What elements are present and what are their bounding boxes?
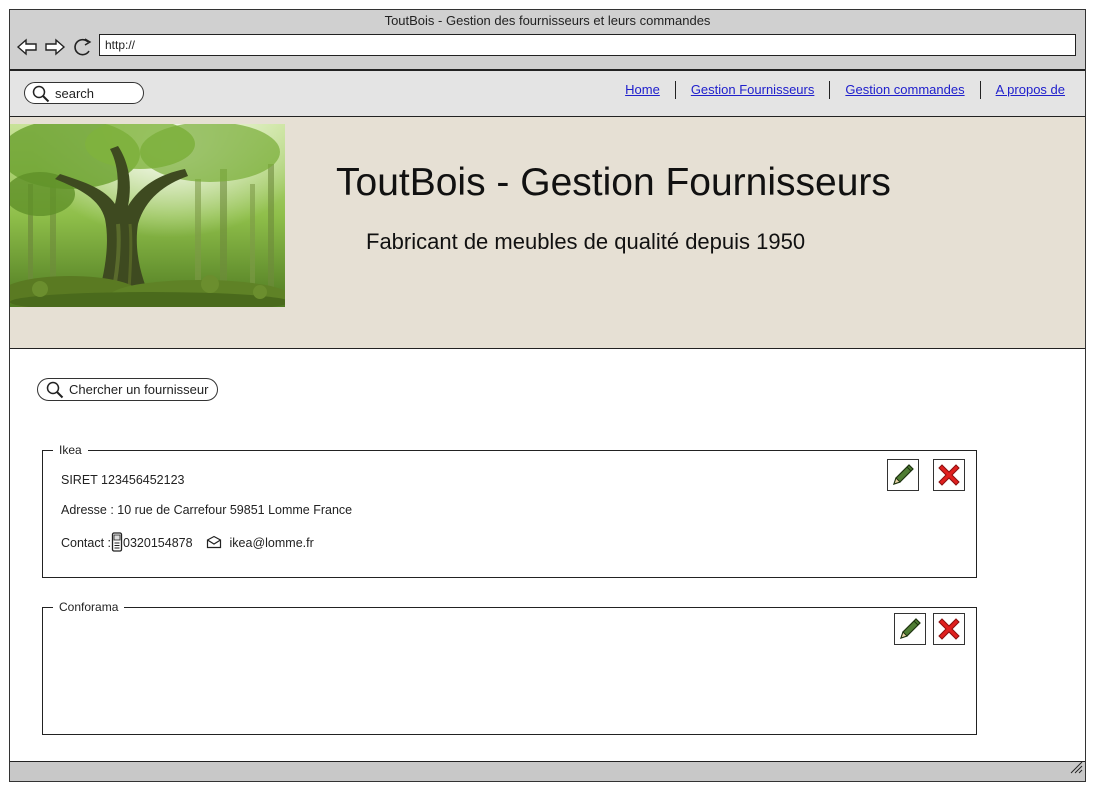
supplier-address: Adresse : 10 rue de Carrefour 59851 Lomm… [61,503,353,517]
contact-email: ikea@lomme.fr [229,535,314,550]
delete-supplier-button[interactable] [933,613,965,645]
edit-supplier-button[interactable] [894,613,926,645]
supplier-search-label: Chercher un fournisseur [69,382,209,397]
browser-window: ToutBois - Gestion des fournisseurs et l… [0,9,1086,782]
address-bar[interactable]: http:// [99,34,1076,56]
main-nav: Home Gestion Fournisseurs Gestion comman… [610,81,1065,99]
contact-phone: 0320154878 [123,535,193,550]
nav-link-gestion-fournisseurs[interactable]: Gestion Fournisseurs [676,81,830,99]
search-input[interactable]: search [24,82,144,104]
pencil-icon [888,460,918,490]
nav-link-home[interactable]: Home [610,81,675,99]
supplier-name: Conforama [53,600,125,614]
supplier-siret: SIRET 123456452123 [61,473,185,487]
red-x-icon [934,460,964,490]
supplier-card-ikea: Ikea SIRET 123456452123 Adresse : 10 rue… [42,443,977,578]
red-x-icon [934,614,964,644]
reload-icon[interactable] [72,37,94,57]
supplier-card-conforama: Conforama [42,600,977,735]
back-arrow-icon[interactable] [16,37,38,57]
status-bar [10,761,1085,781]
nav-link-a-propos[interactable]: A propos de [981,81,1065,99]
forward-arrow-icon[interactable] [44,37,66,57]
delete-supplier-button[interactable] [933,459,965,491]
search-placeholder: search [55,86,95,101]
page-subtitle: Fabricant de meubles de qualité depuis 1… [366,229,806,254]
page-title: ToutBois - Gestion Fournisseurs [336,161,891,204]
edit-supplier-button[interactable] [887,459,919,491]
search-icon [46,381,64,404]
supplier-name: Ikea [53,443,88,457]
header-banner: ToutBois - Gestion Fournisseurs Fabrican… [0,117,1085,349]
forest-tree-image [0,119,290,312]
search-icon [32,85,50,108]
contact-label: Contact : [61,535,112,550]
browser-chrome: ToutBois - Gestion des fournisseurs et l… [10,10,1085,71]
top-navigation-bar: search Home Gestion Fournisseurs Gestion… [10,71,1085,117]
resize-grip-icon[interactable] [1069,760,1083,779]
supplier-contact: Contact : 0320154878 ikea@lomme.fr [61,532,314,555]
nav-link-gestion-commandes[interactable]: Gestion commandes [830,81,979,99]
pencil-icon [895,614,925,644]
window-title: ToutBois - Gestion des fournisseurs et l… [384,13,711,28]
supplier-search-button[interactable]: Chercher un fournisseur [37,378,218,401]
mobile-phone-icon [111,532,123,555]
envelope-icon [206,535,222,552]
